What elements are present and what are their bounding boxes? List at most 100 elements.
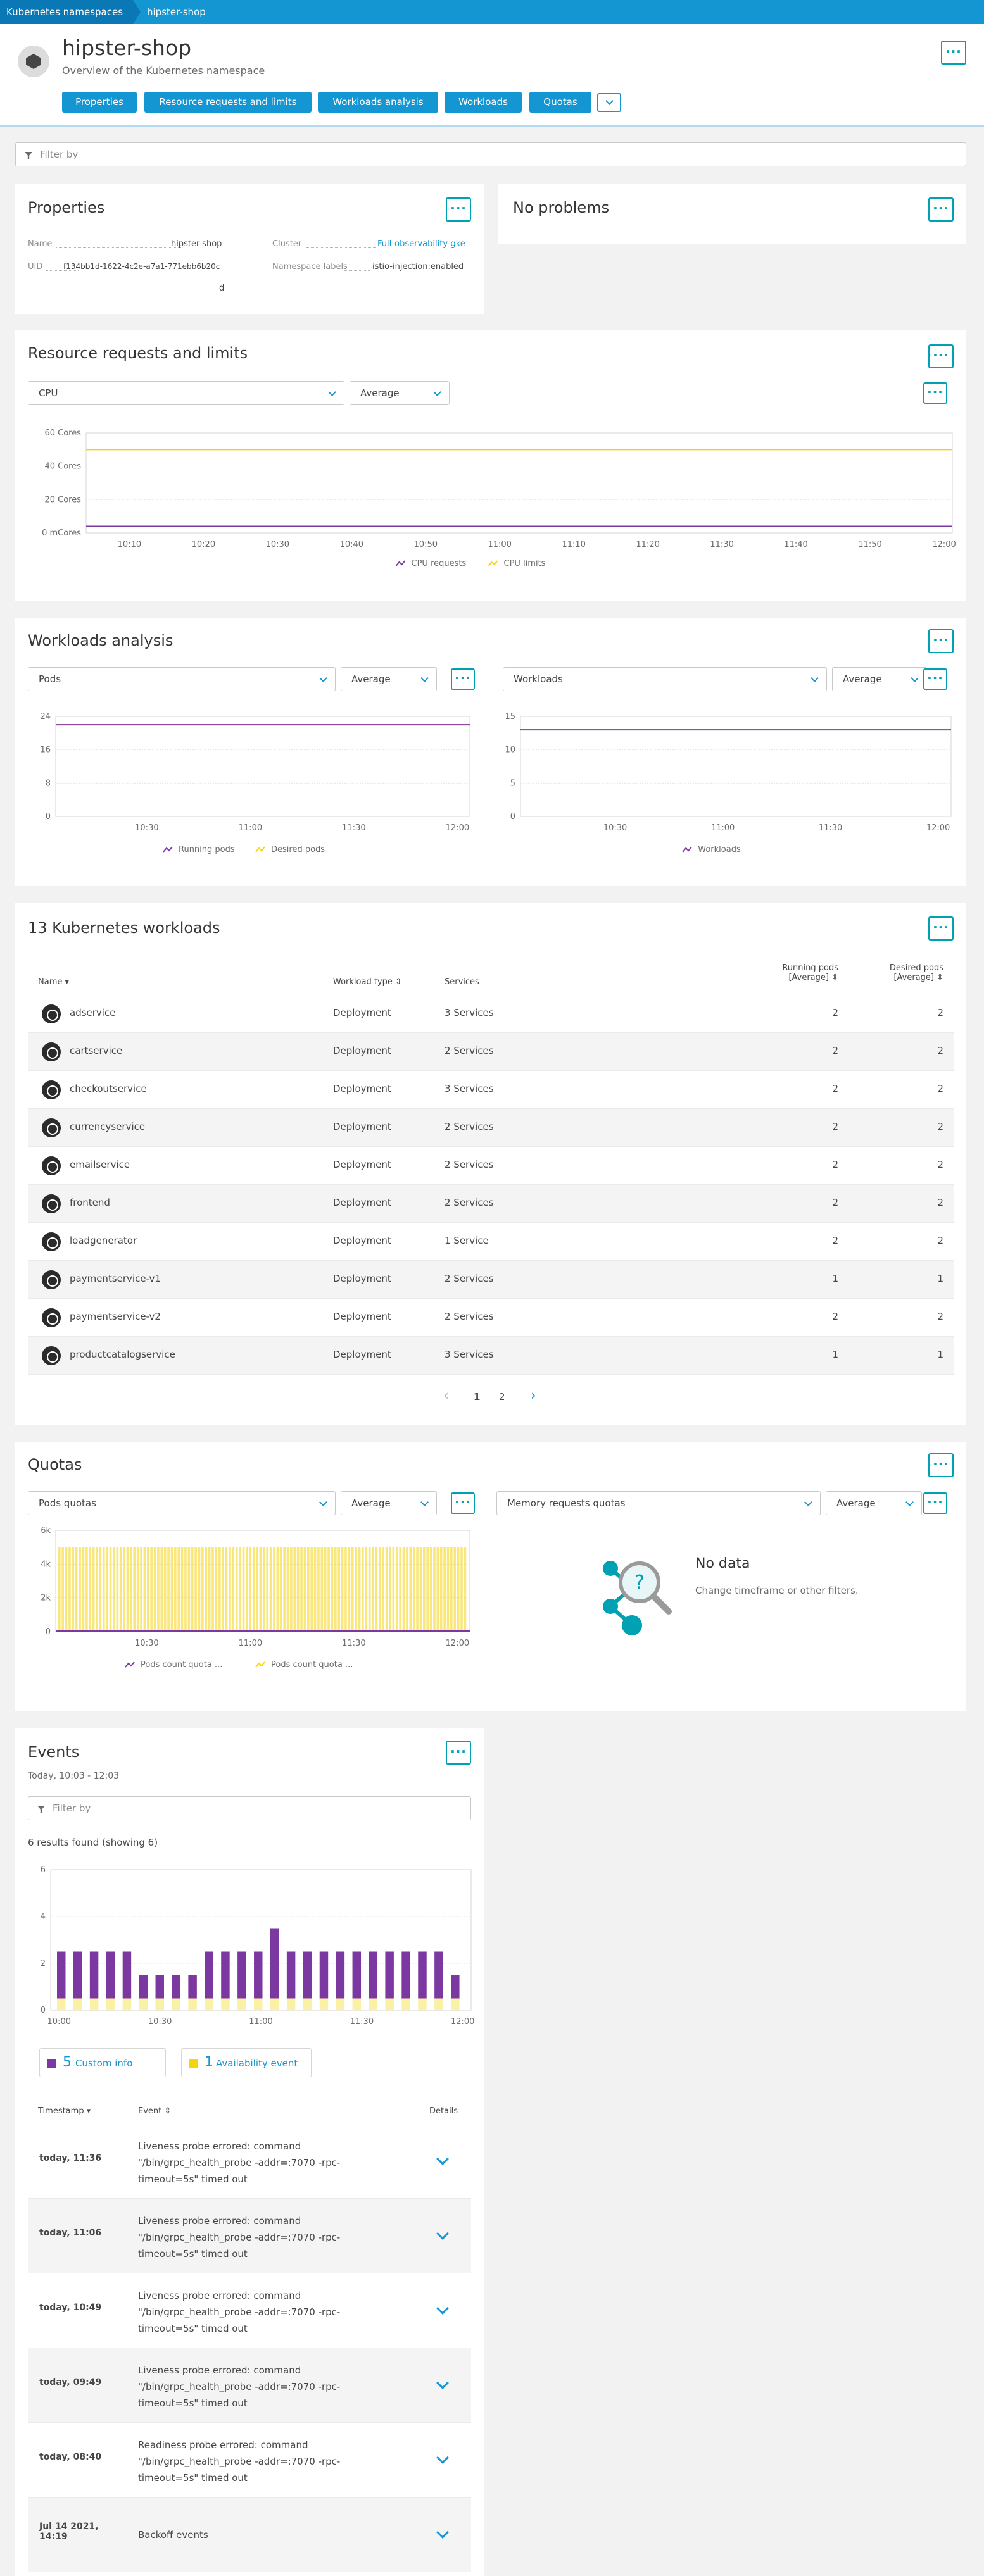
col-header-running[interactable]: Running pods [Average] ⇕: [750, 963, 838, 982]
workload-services-link[interactable]: 2 Services: [445, 1121, 494, 1132]
workload-name-link[interactable]: frontend: [70, 1197, 110, 1208]
workloads-chart-menu-button[interactable]: [923, 668, 947, 690]
tab-workloads-analysis[interactable]: Workloads analysis: [318, 92, 438, 113]
workload-name-link[interactable]: currencyservice: [70, 1121, 145, 1132]
tab-properties[interactable]: Properties: [62, 92, 137, 113]
cluster-label: Cluster: [272, 239, 302, 249]
events-filter[interactable]: Filter by: [28, 1796, 471, 1820]
desired-pods: 2: [937, 1045, 943, 1056]
workload-name-link[interactable]: paymentservice-v1: [70, 1273, 161, 1284]
breadcrumb-root[interactable]: Kubernetes namespaces: [0, 0, 141, 24]
workload-icon: [42, 1194, 61, 1213]
workload-services-link[interactable]: 2 Services: [445, 1045, 494, 1056]
pods-quotas-chart-menu-button[interactable]: [451, 1492, 475, 1514]
workload-services-link[interactable]: 2 Services: [445, 1273, 494, 1284]
bar: [379, 1547, 381, 1632]
bar: [457, 1547, 460, 1632]
bar: [201, 1547, 204, 1632]
page-2[interactable]: 2: [499, 1391, 505, 1403]
expand-details-icon[interactable]: [436, 2451, 449, 2464]
memory-quotas-select[interactable]: Memory requests quotas: [496, 1491, 821, 1515]
bar: [177, 1547, 180, 1632]
running-pods: 2: [832, 1197, 838, 1208]
more-tabs-button[interactable]: [597, 93, 621, 112]
quotas-menu-button[interactable]: [928, 1453, 954, 1477]
workload-services-link[interactable]: 1 Service: [445, 1235, 489, 1246]
workload-name-link[interactable]: cartservice: [70, 1045, 122, 1056]
no-data-title: No data: [695, 1556, 750, 1572]
expand-details-icon[interactable]: [436, 2153, 449, 2165]
workload-name-link[interactable]: loadgenerator: [70, 1235, 137, 1246]
bar: [334, 1547, 337, 1632]
workload-name-link[interactable]: productcatalogservice: [70, 1349, 175, 1360]
custom-info-filter[interactable]: 5 Custom info: [39, 2048, 166, 2077]
workload-services-link[interactable]: 2 Services: [445, 1311, 494, 1322]
next-page-button[interactable]: ›: [531, 1389, 536, 1403]
bar: [412, 1547, 415, 1632]
tab-resource-requests[interactable]: Resource requests and limits: [144, 92, 312, 113]
metric-select[interactable]: CPU: [28, 381, 344, 405]
pods-select[interactable]: Pods: [28, 667, 336, 691]
properties-menu-button[interactable]: [446, 197, 471, 222]
workload-name-link[interactable]: adservice: [70, 1007, 115, 1018]
x-tick-label: 11:30: [819, 823, 842, 833]
quotas-title: Quotas: [28, 1456, 82, 1473]
workload-services-link[interactable]: 3 Services: [445, 1007, 494, 1018]
events-col-event[interactable]: Event ⇕: [138, 2106, 171, 2116]
tab-quotas[interactable]: Quotas: [529, 92, 591, 113]
y-tick-label: 4: [41, 1912, 46, 1922]
col-header-type[interactable]: Workload type ⇕: [333, 977, 402, 987]
bar-availability: [385, 1998, 394, 2010]
workloads-agg-select[interactable]: Average: [832, 667, 927, 691]
workload-name-link[interactable]: emailservice: [70, 1159, 130, 1170]
prev-page-button[interactable]: ‹: [443, 1389, 449, 1403]
breadcrumb-current[interactable]: hipster-shop: [147, 0, 206, 24]
col-header-name[interactable]: Name ▾: [38, 977, 69, 987]
table-row: productcatalogservice Deployment 3 Service…: [28, 1337, 954, 1375]
col-header-desired[interactable]: Desired pods [Average] ⇕: [857, 963, 943, 982]
workload-services-link[interactable]: 2 Services: [445, 1159, 494, 1170]
memory-quotas-agg-select[interactable]: Average: [826, 1491, 922, 1515]
no-data-text: Change timeframe or other filters.: [695, 1585, 859, 1596]
pods-quotas-select[interactable]: Pods quotas: [28, 1491, 336, 1515]
filter-bar[interactable]: Filter by: [15, 142, 966, 166]
page-1[interactable]: 1: [474, 1391, 480, 1403]
memory-quotas-value: Memory requests quotas: [507, 1497, 626, 1509]
workload-services-link[interactable]: 3 Services: [445, 1083, 494, 1094]
bar-availability: [270, 1998, 279, 2010]
memory-quotas-chart-menu-button[interactable]: [923, 1492, 947, 1514]
expand-details-icon[interactable]: [436, 2377, 449, 2389]
workload-name-link[interactable]: paymentservice-v2: [70, 1311, 161, 1322]
events-col-timestamp[interactable]: Timestamp ▾: [38, 2106, 91, 2116]
cluster-link[interactable]: Full-observability-gke: [377, 239, 465, 249]
x-tick-label: 12:00: [446, 1639, 469, 1648]
bar-availability: [418, 1998, 427, 2010]
x-tick-label: 11:00: [711, 823, 735, 833]
pods-chart-menu-button[interactable]: [451, 668, 475, 690]
availability-filter[interactable]: 1 Availability event: [181, 2048, 312, 2077]
bar-availability: [122, 1998, 132, 2010]
pods-quotas-agg-select[interactable]: Average: [341, 1491, 437, 1515]
problems-menu-button[interactable]: [928, 197, 954, 222]
resources-menu-button[interactable]: [928, 344, 954, 368]
expand-details-icon[interactable]: [436, 2302, 449, 2315]
event-description: Readiness probe errored: command "/bin/gr…: [138, 2439, 341, 2484]
workloads-table-menu-button[interactable]: [928, 916, 954, 941]
x-tick-label: 11:30: [710, 540, 733, 549]
expand-details-icon[interactable]: [436, 2526, 449, 2539]
chart-menu-button[interactable]: [923, 382, 947, 404]
workload-services-link[interactable]: 3 Services: [445, 1349, 494, 1360]
bar: [279, 1547, 282, 1632]
expand-details-icon[interactable]: [436, 2227, 449, 2240]
header-menu-button[interactable]: [941, 41, 966, 65]
workload-services-link[interactable]: 2 Services: [445, 1197, 494, 1208]
workloads-select[interactable]: Workloads: [503, 667, 827, 691]
y-tick-label: 0: [510, 812, 515, 822]
events-menu-button[interactable]: [446, 1741, 471, 1765]
workloads-analysis-menu-button[interactable]: [928, 629, 954, 653]
y-tick-label: 16: [40, 746, 51, 755]
pods-agg-select[interactable]: Average: [341, 667, 437, 691]
tab-workloads[interactable]: Workloads: [445, 92, 522, 113]
workload-name-link[interactable]: checkoutservice: [70, 1083, 147, 1094]
aggregation-select[interactable]: Average: [350, 381, 450, 405]
